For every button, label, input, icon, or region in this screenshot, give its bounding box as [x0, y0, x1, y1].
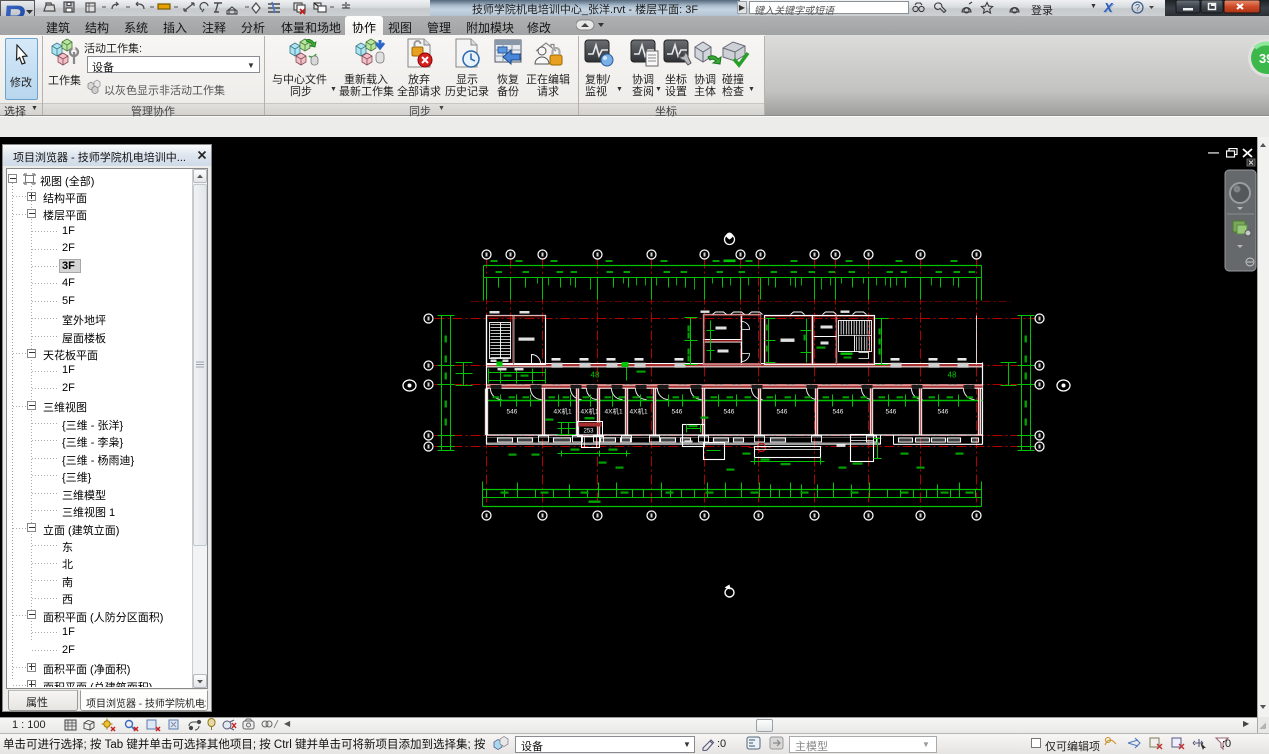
svg-text:48: 48: [948, 371, 957, 380]
svg-text:39: 39: [1259, 51, 1269, 66]
svg-text:4X机1: 4X机1: [554, 407, 572, 416]
svg-text:4X机1: 4X机1: [630, 407, 648, 416]
svg-text:4X机1: 4X机1: [581, 407, 599, 416]
svg-text:546: 546: [886, 409, 897, 416]
svg-text:546: 546: [938, 409, 949, 416]
svg-text:546: 546: [672, 409, 683, 416]
svg-text:546: 546: [724, 409, 735, 416]
svg-text:253: 253: [584, 429, 595, 435]
svg-text:546: 546: [777, 409, 788, 416]
svg-text:546: 546: [507, 409, 518, 416]
svg-text:?: ?: [1135, 3, 1140, 13]
svg-text:546: 546: [833, 409, 844, 416]
svg-text:48: 48: [591, 371, 600, 380]
svg-text:4X机1: 4X机1: [605, 407, 623, 416]
